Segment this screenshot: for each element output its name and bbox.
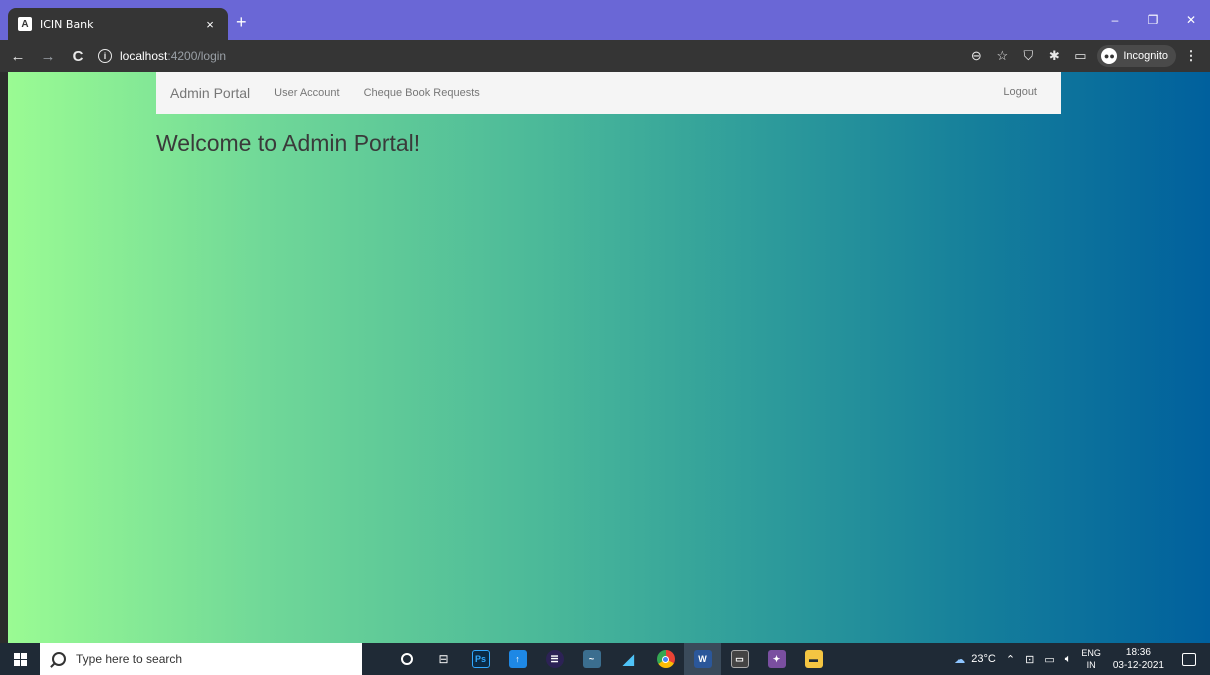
photoshop-app-icon[interactable]: Ps (462, 643, 499, 675)
zoom-icon[interactable]: ⊖ (965, 45, 987, 67)
incognito-label: Incognito (1123, 50, 1168, 62)
admin-navbar: Admin Portal User Account Cheque Book Re… (156, 72, 1061, 114)
taskbar-search-box[interactable]: Type here to search (40, 643, 362, 675)
terminal-app-icon[interactable]: ▭ (721, 643, 758, 675)
page-title: Welcome to Admin Portal! (156, 130, 421, 156)
upload-app-icon[interactable]: ↑ (499, 643, 536, 675)
windows-logo-icon (13, 652, 27, 666)
clock[interactable]: 18:36 03-12-2021 (1113, 646, 1164, 672)
close-window-button[interactable]: ✕ (1172, 0, 1210, 40)
logout-link[interactable]: Logout (1003, 86, 1037, 98)
extensions-puzzle-icon[interactable]: ✱ (1043, 45, 1065, 67)
site-info-icon[interactable]: i (98, 49, 112, 63)
reload-icon[interactable]: C (66, 44, 90, 68)
angular-favicon-icon: A (18, 17, 32, 31)
bookmark-star-icon[interactable]: ☆ (991, 45, 1013, 67)
cast-icon[interactable]: ▭ (1069, 45, 1091, 67)
tray-chevron-up-icon[interactable]: ⌃ (1006, 653, 1015, 666)
system-tray: ☁ 23°C ⌃ ⊡ ▭ 🔈︎ ENG IN 18:36 03-12-2021 (954, 643, 1210, 675)
tab-title: ICIN Bank (40, 17, 94, 31)
cortana-circle-icon[interactable] (388, 643, 425, 675)
taskbar-apps: ⊟ Ps ↑ ☰ ~ ◢ W ▭ ✦ ▬ (388, 643, 832, 675)
volume-icon[interactable]: 🔈︎ (1065, 653, 1072, 666)
game-app-icon[interactable]: ✦ (758, 643, 795, 675)
incognito-badge[interactable]: ●● Incognito (1097, 45, 1176, 67)
cloud-icon: ☁ (954, 653, 966, 666)
nav-link-cheque-book-requests[interactable]: Cheque Book Requests (364, 87, 480, 99)
windows-taskbar: Type here to search ⊟ Ps ↑ ☰ ~ ◢ W ▭ ✦ ▬… (0, 643, 1210, 675)
browser-toolbar: ← → C i localhost:4200/login ⊖ ☆ ⛉ ✱ ▭ ●… (0, 40, 1210, 72)
browser-tab[interactable]: A ICIN Bank × (8, 8, 228, 40)
weather-temp: 23°C (971, 653, 996, 665)
language-code: ENG (1081, 648, 1101, 658)
start-button[interactable] (0, 643, 40, 675)
back-arrow-icon[interactable]: ← (6, 44, 30, 68)
navbar-brand[interactable]: Admin Portal (170, 85, 250, 101)
url-host: localhost (120, 49, 168, 63)
new-tab-button[interactable]: + (236, 13, 247, 31)
search-icon (52, 652, 66, 666)
tab-close-icon[interactable]: × (202, 17, 218, 32)
clock-date: 03-12-2021 (1112, 660, 1164, 671)
menu-kebab-icon[interactable]: ⋮ (1180, 45, 1202, 67)
vpn-app-icon[interactable]: ◢ (610, 643, 647, 675)
restore-button[interactable]: ❐ (1134, 0, 1172, 40)
mysql-workbench-icon[interactable]: ~ (573, 643, 610, 675)
toolbar-actions: ⊖ ☆ ⛉ ✱ ▭ ●● Incognito ⋮ (961, 44, 1202, 68)
file-explorer-icon[interactable]: ▬ (795, 643, 832, 675)
language-indicator[interactable]: ENG IN (1081, 647, 1101, 671)
region-code: IN (1086, 660, 1096, 670)
clock-time: 18:36 (1125, 647, 1151, 658)
nav-link-user-account[interactable]: User Account (274, 87, 339, 99)
incognito-icon: ●● (1101, 48, 1118, 64)
task-view-icon[interactable]: ⊟ (425, 643, 462, 675)
battery-icon[interactable]: ▭ (1044, 653, 1054, 666)
weather-widget[interactable]: ☁ 23°C (954, 653, 996, 666)
window-controls: – ❐ ✕ (1096, 0, 1210, 40)
network-icon[interactable]: ⊡ (1025, 653, 1034, 666)
chrome-app-icon[interactable] (647, 643, 684, 675)
eclipse-app-icon[interactable]: ☰ (536, 643, 573, 675)
minimize-button[interactable]: – (1096, 0, 1134, 40)
shield-extension-icon[interactable]: ⛉ (1017, 45, 1039, 67)
browser-title-bar: A ICIN Bank × + – ❐ ✕ (0, 0, 1210, 40)
forward-arrow-icon[interactable]: → (36, 44, 60, 68)
word-app-icon[interactable]: W (684, 643, 721, 675)
search-placeholder: Type here to search (76, 652, 183, 666)
page-viewport: Admin Portal User Account Cheque Book Re… (8, 72, 1210, 643)
url-path: :4200/login (167, 49, 227, 63)
notification-icon[interactable] (1182, 652, 1196, 666)
